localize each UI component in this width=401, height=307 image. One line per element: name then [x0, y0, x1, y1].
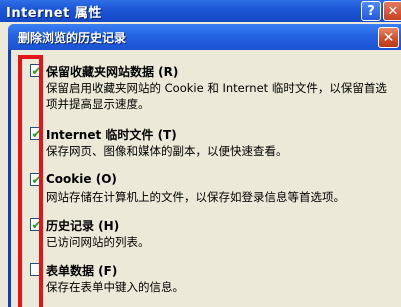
dialog-close-button[interactable]: ✕ [378, 27, 399, 48]
preserve-favorites-label[interactable]: 保留收藏夹网站数据 (R) [46, 63, 178, 80]
annotation-highlight-box [18, 55, 43, 307]
form-data-description: 保存在表单中键入的信息。 [46, 280, 184, 294]
cookies-description: 网站存储在计算机上的文件，以保存如登录信息等首选项。 [46, 190, 345, 204]
temp-files-label[interactable]: Internet 临时文件 (T) [46, 126, 177, 143]
help-button[interactable]: ? [361, 1, 381, 21]
dialog-titlebar: 删除浏览的历史记录 ✕ [8, 24, 401, 50]
cookies-label[interactable]: Cookie (O) [46, 172, 117, 186]
internet-properties-title: Internet 属性 [6, 5, 102, 21]
dialog-title: 删除浏览的历史记录 [18, 30, 127, 45]
form-data-label[interactable]: 表单数据 (F) [46, 262, 117, 279]
outer-close-button[interactable]: ✕ [383, 1, 401, 21]
preserve-favorites-description: 保留启用收藏夹网站的 Cookie 和 Internet 临时文件，以保留首选项… [46, 81, 387, 111]
temp-files-description: 保存网页、图像和媒体的副本，以便快速查看。 [46, 144, 288, 158]
internet-properties-titlebar: Internet 属性 [0, 0, 401, 22]
history-description: 已访问网站的列表。 [46, 235, 150, 249]
history-label[interactable]: 历史记录 (H) [46, 217, 119, 234]
